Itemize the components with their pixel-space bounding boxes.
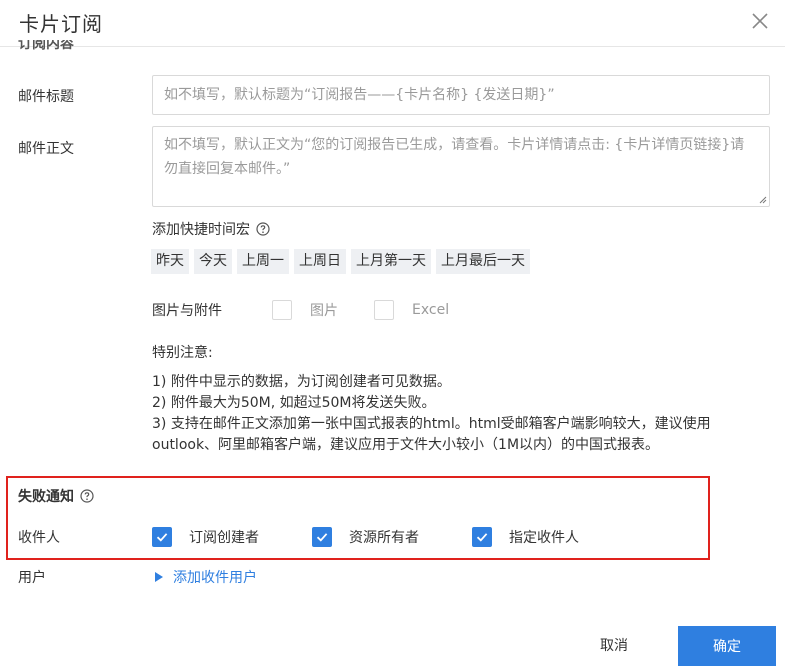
time-macro-list: 昨天 今天 上周一 上周日 上月第一天 上月最后一天 xyxy=(151,249,535,274)
recipient-creator-label: 订阅创建者 xyxy=(189,530,259,546)
ok-button[interactable]: 确定 xyxy=(678,626,776,666)
checkbox-checked[interactable] xyxy=(472,527,492,547)
mail-body-label: 邮件正文 xyxy=(18,141,74,157)
notice-title: 特别注意: xyxy=(152,345,213,361)
recipients-label: 收件人 xyxy=(18,530,60,546)
cancel-button[interactable]: 取消 xyxy=(600,635,628,655)
add-recipient-user-link[interactable]: 添加收件用户 xyxy=(155,567,257,587)
failure-notice-highlight xyxy=(6,476,710,560)
attachments-label: 图片与附件 xyxy=(152,303,222,319)
time-macro-last-month-last[interactable]: 上月最后一天 xyxy=(436,249,530,274)
check-icon xyxy=(476,533,488,542)
resize-handle-icon[interactable] xyxy=(757,194,767,204)
mail-body-field xyxy=(152,126,770,207)
image-checkbox[interactable] xyxy=(272,300,292,320)
notice-line: 2) 附件最大为50M, 如超过50M将发送失败。 xyxy=(152,395,436,411)
notice-line: 3) 支持在邮件正文添加第一张中国式报表的html。html受邮箱客户端影响较大… xyxy=(152,416,711,453)
time-macro-last-sunday[interactable]: 上周日 xyxy=(294,249,346,274)
recipient-specified-checkbox[interactable]: 指定收件人 xyxy=(472,527,579,547)
notice-text: 1) 附件中显示的数据，为订阅创建者可见数据。 2) 附件最大为50M, 如超过… xyxy=(152,372,762,456)
time-macro-label: 添加快捷时间宏 xyxy=(152,219,270,239)
recipient-owner-checkbox[interactable]: 资源所有者 xyxy=(312,527,419,547)
question-circle-icon[interactable] xyxy=(80,489,94,503)
mail-subject-label: 邮件标题 xyxy=(18,89,74,105)
time-macro-yesterday[interactable]: 昨天 xyxy=(151,249,189,274)
recipient-specified-label: 指定收件人 xyxy=(509,530,579,546)
content-section-heading: 订阅内容 xyxy=(18,40,74,52)
attachments-row: 图片与附件 图片 Excel xyxy=(152,298,485,322)
time-macro-last-month-first[interactable]: 上月第一天 xyxy=(351,249,431,274)
recipient-owner-label: 资源所有者 xyxy=(349,530,419,546)
excel-checkbox[interactable] xyxy=(374,300,394,320)
close-icon[interactable] xyxy=(749,10,771,32)
check-icon xyxy=(156,533,168,542)
caret-right-icon xyxy=(155,572,163,582)
time-macro-last-monday[interactable]: 上周一 xyxy=(237,249,289,274)
notice-line: 1) 附件中显示的数据，为订阅创建者可见数据。 xyxy=(152,374,451,390)
mail-subject-input[interactable] xyxy=(152,75,770,115)
check-icon xyxy=(316,533,328,542)
excel-checkbox-label: Excel xyxy=(412,302,450,318)
dialog-header: 卡片订阅 xyxy=(0,0,785,47)
question-circle-icon[interactable] xyxy=(256,222,270,236)
recipient-creator-checkbox[interactable]: 订阅创建者 xyxy=(152,527,259,547)
subscription-dialog: 卡片订阅 订阅内容 邮件标题 邮件正文 添加快捷时间宏 昨天 今天 上周一 上周… xyxy=(0,0,785,671)
dialog-title: 卡片订阅 xyxy=(19,12,103,36)
checkbox-checked[interactable] xyxy=(152,527,172,547)
time-macro-today[interactable]: 今天 xyxy=(194,249,232,274)
mail-body-textarea[interactable] xyxy=(153,127,769,206)
checkbox-checked[interactable] xyxy=(312,527,332,547)
failure-notice-title: 失败通知 xyxy=(18,486,94,506)
users-label: 用户 xyxy=(18,570,46,586)
image-checkbox-label: 图片 xyxy=(310,303,338,319)
